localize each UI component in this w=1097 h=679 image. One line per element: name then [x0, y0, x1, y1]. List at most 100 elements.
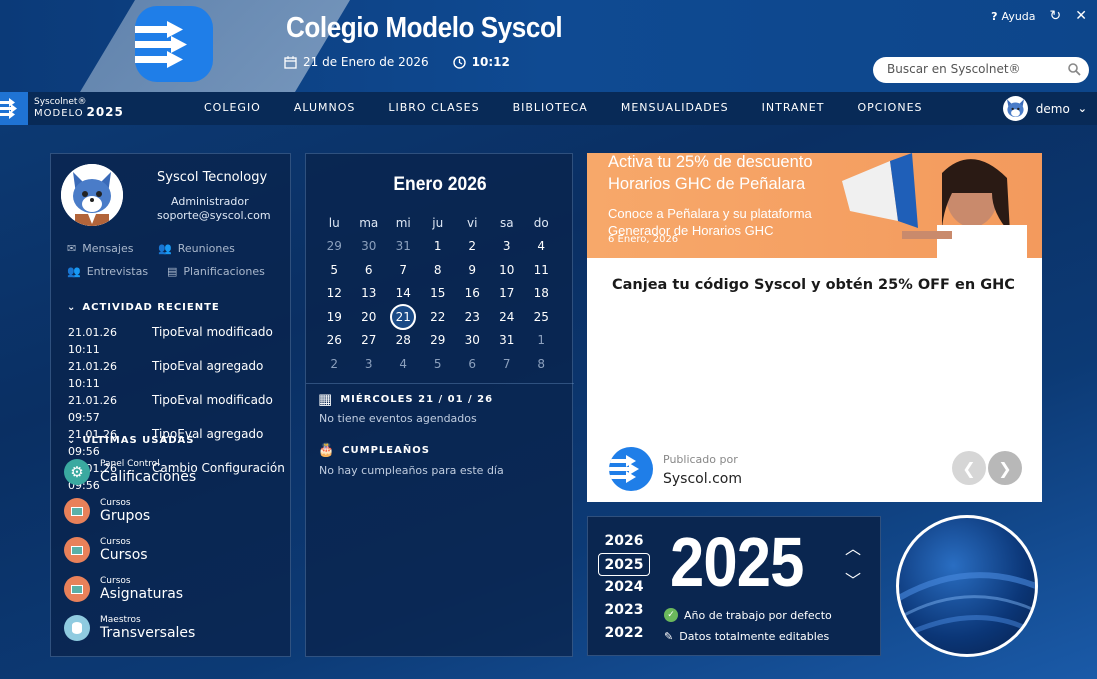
calendar-day[interactable]: 31 — [490, 333, 525, 347]
close-icon[interactable]: ✕ — [1075, 8, 1087, 24]
help-icon: ? — [991, 9, 998, 23]
refresh-icon[interactable]: ↻ — [1050, 8, 1062, 24]
mensajes-link[interactable]: ✉ Mensajes — [67, 242, 133, 255]
recent-item-asignaturas[interactable]: Cursos Asignaturas — [64, 576, 183, 602]
calendar-day[interactable]: 3 — [352, 357, 387, 371]
recent-header[interactable]: ⌄ ÚLTIMAS USADAS — [67, 435, 194, 446]
calendar-day[interactable]: 4 — [524, 239, 559, 253]
year-panel: 2026 2025 2024 2023 2022 2025 ︿ ﹀ ✓ Año d… — [587, 516, 881, 656]
calendar-day[interactable]: 30 — [352, 239, 387, 253]
chevron-down-icon[interactable]: ﹀ — [845, 567, 861, 591]
menu-biblioteca[interactable]: BIBLIOTECA — [513, 101, 588, 114]
calendar-day[interactable]: 5 — [421, 357, 456, 371]
calendar-day[interactable]: 15 — [421, 286, 456, 300]
menu-mensualidades[interactable]: MENSUALIDADES — [621, 101, 729, 114]
search-input[interactable]: Buscar en Syscolnet® — [873, 57, 1089, 83]
calendar-day[interactable]: 4 — [386, 357, 421, 371]
divider — [306, 383, 574, 384]
calendar-day[interactable]: 21 — [386, 303, 421, 330]
activity-date: 21.01.26 10:11 — [68, 360, 117, 390]
calendar-day[interactable]: 28 — [386, 333, 421, 347]
weekday-label: sa — [499, 215, 514, 230]
calendar-day[interactable]: 1 — [421, 239, 456, 253]
year-option-selected[interactable]: 2025 — [598, 553, 650, 576]
calendar-day[interactable]: 22 — [421, 310, 456, 324]
calendar-day[interactable]: 9 — [455, 263, 490, 277]
calendar-day[interactable]: 23 — [455, 310, 490, 324]
calendar-day[interactable]: 2 — [317, 357, 352, 371]
calendar-day[interactable]: 27 — [352, 333, 387, 347]
planificaciones-link[interactable]: ▤ Planificaciones — [167, 265, 265, 278]
list-item[interactable]: 21.01.26 10:11 TipoEval agregado — [68, 358, 285, 392]
calendar-day[interactable]: 12 — [317, 286, 352, 300]
menu-alumnos[interactable]: ALUMNOS — [294, 101, 356, 114]
calendar-day[interactable]: 10 — [490, 263, 525, 277]
calendar-day[interactable]: 5 — [317, 263, 352, 277]
calendar-day[interactable]: 6 — [455, 357, 490, 371]
calendar-day[interactable]: 26 — [317, 333, 352, 347]
calendar-day[interactable]: 29 — [421, 333, 456, 347]
calendar-day[interactable]: 19 — [317, 310, 352, 324]
calendar-day[interactable]: 7 — [490, 357, 525, 371]
news-headline[interactable]: Canjea tu código Syscol y obtén 25% OFF … — [612, 277, 1015, 293]
calendar-day[interactable]: 18 — [524, 286, 559, 300]
calendar-day[interactable]: 14 — [386, 286, 421, 300]
calendar-day[interactable]: 17 — [490, 286, 525, 300]
activity-header[interactable]: ⌄ ACTIVIDAD RECIENTE — [67, 302, 220, 313]
calendar-day[interactable]: 1 — [524, 333, 559, 347]
list-item[interactable]: 21.01.26 09:57 TipoEval modificado — [68, 392, 285, 426]
help-button[interactable]: ? Ayuda — [991, 10, 1035, 23]
edit-icon: ✎ — [664, 630, 674, 643]
calendar-day[interactable]: 7 — [386, 263, 421, 277]
promo-banner[interactable]: Activa tu 25% de descuento Horarios GHC … — [587, 153, 1042, 258]
chevron-down-icon[interactable]: ⌄ — [1078, 102, 1087, 115]
user-menu[interactable]: demo ⌄ — [1002, 96, 1087, 121]
recent-title: ÚLTIMAS USADAS — [82, 435, 195, 446]
entrevistas-link[interactable]: 👥 Entrevistas — [67, 265, 148, 278]
calendar-day[interactable]: 24 — [490, 310, 525, 324]
list-item[interactable]: 21.01.26 10:11 TipoEval modificado — [68, 324, 285, 358]
recent-item-grupos[interactable]: Cursos Grupos — [64, 498, 150, 524]
search-icon[interactable] — [1067, 62, 1081, 76]
prev-news-button[interactable]: ❮ — [952, 451, 986, 485]
menu-libro-clases[interactable]: LIBRO CLASES — [388, 101, 479, 114]
chevron-double-down-icon: ⌄ — [67, 302, 77, 313]
news-card[interactable]: Activa tu 25% de descuento Horarios GHC … — [587, 153, 1042, 502]
today-day[interactable]: 21 — [390, 303, 417, 330]
calendar-day[interactable]: 6 — [352, 263, 387, 277]
calendar-day[interactable]: 29 — [317, 239, 352, 253]
weekday-label: vi — [467, 215, 478, 230]
day-events: No tiene eventos agendados — [319, 412, 477, 425]
calendar-day[interactable]: 3 — [490, 239, 525, 253]
calendar-day[interactable]: 2 — [455, 239, 490, 253]
calendar-day[interactable]: 16 — [455, 286, 490, 300]
calendar-day[interactable]: 13 — [352, 286, 387, 300]
year-option[interactable]: 2022 — [598, 622, 650, 645]
year-option[interactable]: 2024 — [598, 576, 650, 599]
group-icon: 👥 — [67, 265, 81, 278]
weekday-label: ma — [359, 215, 379, 230]
current-date: 21 de Enero de 2026 — [303, 55, 429, 69]
calendar-day[interactable]: 31 — [386, 239, 421, 253]
chevron-up-icon[interactable]: ︿ — [845, 535, 861, 559]
year-option[interactable]: 2026 — [598, 530, 650, 553]
calendar-day[interactable]: 20 — [352, 310, 387, 324]
reuniones-link[interactable]: 👥 Reuniones — [158, 242, 235, 255]
recent-item-calificaciones[interactable]: ⚙ Panel Control Calificaciones — [64, 459, 196, 485]
recent-item-transversales[interactable]: Maestros Transversales — [64, 615, 195, 641]
nav-brand: Syscolnet® MODELO 2025 — [34, 97, 124, 119]
calendar-day[interactable]: 8 — [421, 263, 456, 277]
gear-icon: ⚙ — [64, 459, 90, 485]
calendar-day[interactable]: 8 — [524, 357, 559, 371]
menu-colegio[interactable]: COLEGIO — [204, 101, 261, 114]
next-news-button[interactable]: ❯ — [988, 451, 1022, 485]
calendar-day[interactable]: 11 — [524, 263, 559, 277]
birthdays-heading-text: CUMPLEAÑOS — [342, 445, 430, 456]
recent-item-cursos[interactable]: Cursos Cursos — [64, 537, 148, 563]
year-option[interactable]: 2023 — [598, 599, 650, 622]
menu-intranet[interactable]: INTRANET — [762, 101, 825, 114]
calendar-day[interactable]: 25 — [524, 310, 559, 324]
menu-opciones[interactable]: OPCIONES — [857, 101, 922, 114]
mail-icon: ✉ — [67, 242, 77, 255]
calendar-day[interactable]: 30 — [455, 333, 490, 347]
